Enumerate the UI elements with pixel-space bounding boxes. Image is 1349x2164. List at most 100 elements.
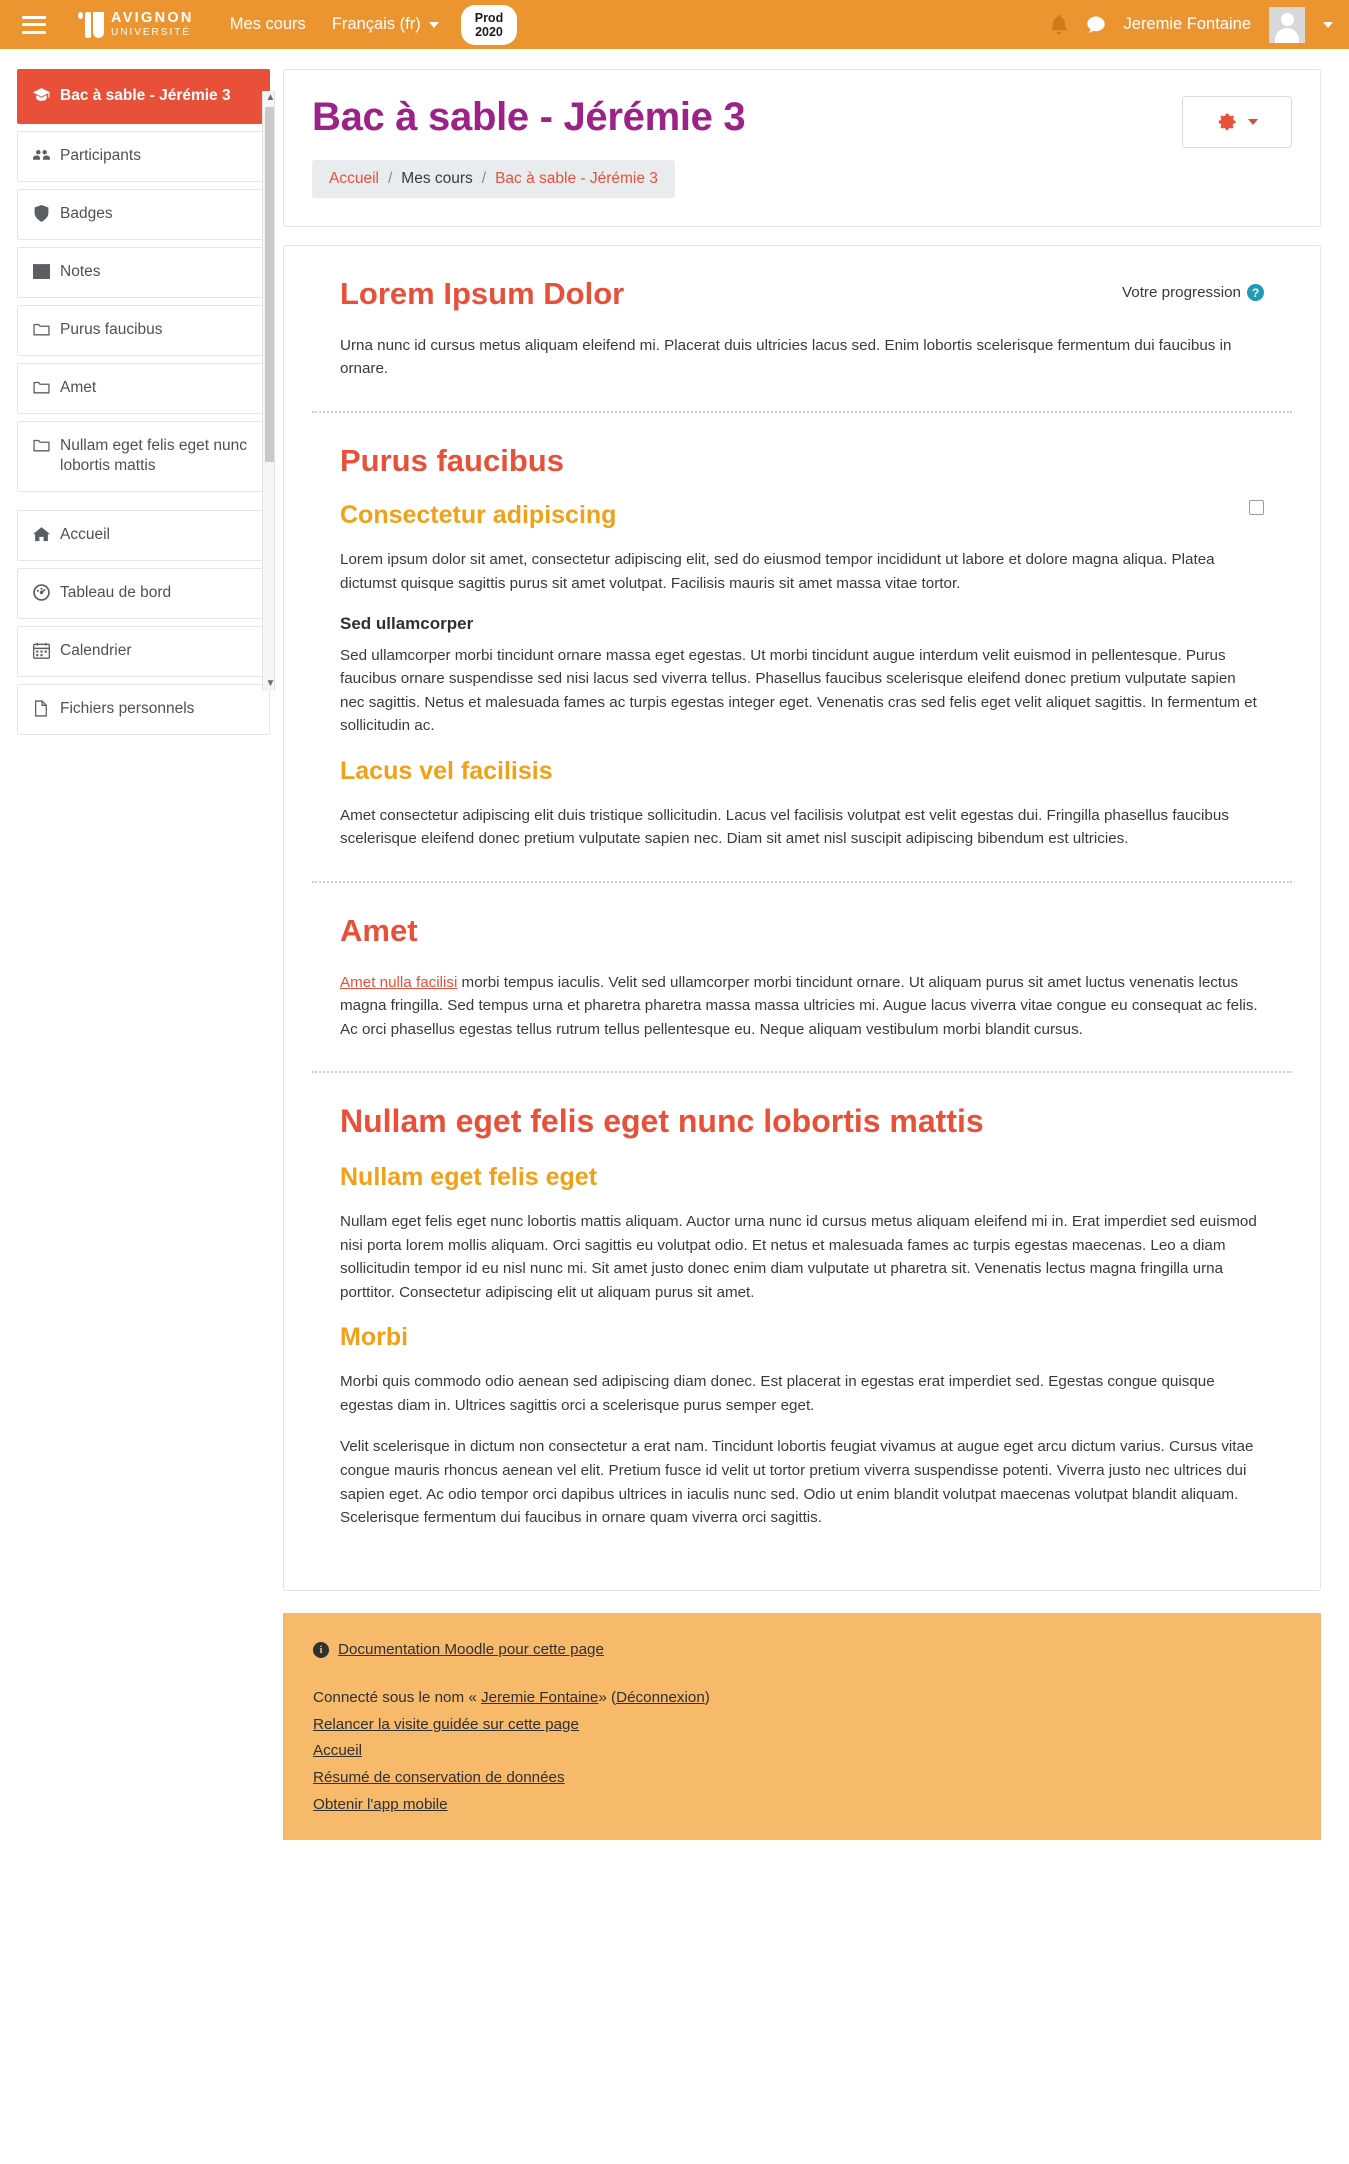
file-icon [32,699,50,717]
footer-link-accueil[interactable]: Accueil [313,1742,362,1759]
logout-link[interactable]: Déconnexion [616,1689,705,1706]
sidebar-item-label: Participants [60,146,141,164]
brand-name-line1: AVIGNON [111,10,194,27]
message-bubble-icon[interactable] [1086,15,1106,35]
progress-indicator: Votre progression ? [1122,276,1264,301]
breadcrumb-item-accueil[interactable]: Accueil [329,170,379,188]
avignon-logo-mark [78,11,104,38]
logged-in-mid: » ( [598,1689,617,1707]
subsection-sed-ullamcorper-title: Sed ullamcorper [340,613,474,633]
dashboard-gauge-icon [32,583,50,602]
sidebar-item-label: Purus faucibus [60,320,163,338]
breadcrumb: Accueil / Mes cours / Bac à sable - Jéré… [312,160,675,198]
sidebar-item-fichiers-personnels[interactable]: Fichiers personnels [17,684,270,736]
sidebar-item-accueil[interactable]: Accueil [17,510,270,562]
page-header-card: Bac à sable - Jérémie 3 Accueil / Mes co… [283,69,1321,227]
sidebar-item-label: Badges [60,204,113,222]
course-settings-button[interactable] [1182,96,1292,148]
user-menu-chevron-down-icon[interactable] [1323,21,1333,28]
subsection-consectetur-paragraph-1: Lorem ipsum dolor sit amet, consectetur … [340,551,1215,592]
sidebar-item-nullam-eget-felis-eget-nunc-lobortis-mattis[interactable]: Nullam eget felis eget nunc lobortis mat… [17,420,270,493]
site-nav-list: Accueil Tableau de bord Calendrier Fichiers… [17,510,270,736]
folder-icon [32,436,50,454]
course-nav-list: Bac à sable - Jérémie 3 Participants Badge… [17,69,270,493]
section-divider [312,410,1292,413]
drawer-scrollbar[interactable]: ▲ ▼ [262,91,275,691]
logged-in-user-link[interactable]: Jeremie Fontaine [481,1689,598,1706]
section-nullam-title: Nullam eget felis eget nunc lobortis mat… [340,1103,984,1140]
section-general-paragraph: Urna nunc id cursus metus aliquam eleife… [340,336,1232,378]
sidebar-item-label: Fichiers personnels [60,700,195,718]
footer-link-data-retention[interactable]: Résumé de conservation de données [313,1769,565,1786]
breadcrumb-separator: / [481,170,487,187]
hamburger-icon[interactable] [22,15,46,34]
section-general-title: Lorem Ipsum Dolor [340,276,625,311]
avatar[interactable] [1269,6,1305,43]
calendar-icon [32,641,50,660]
environment-badge[interactable]: Prod 2020 [460,4,518,45]
caret-down-icon [1248,119,1258,125]
logged-in-prefix: Connecté sous le nom « [313,1689,477,1707]
subsection-consectetur-title: Consectetur adipiscing [340,501,617,530]
moodle-documentation-link[interactable]: Documentation Moodle pour cette page [338,1637,604,1664]
site-logo[interactable]: AVIGNON UNIVERSITÉ [78,11,194,38]
env-badge-line2: 2020 [475,24,503,39]
home-icon [32,525,50,543]
table-grid-icon [32,262,50,280]
sidebar-item-tableau-de-bord[interactable]: Tableau de bord [17,568,270,620]
subsection-nullam-paragraph: Nullam eget felis eget nunc lobortis mat… [340,1213,1257,1301]
sidebar-item-participants[interactable]: Participants [17,130,270,182]
nav-drawer: Bac à sable - Jérémie 3 Participants Badge… [0,49,283,1974]
scrollbar-thumb[interactable] [265,107,274,462]
subsection-nullam-title: Nullam eget felis eget [340,1163,598,1192]
documentation-row: i Documentation Moodle pour cette page [313,1637,1291,1664]
sidebar-item-purus-faucibus[interactable]: Purus faucibus [17,304,270,356]
breadcrumb-item-course[interactable]: Bac à sable - Jérémie 3 [495,170,658,188]
progress-label-text: Votre progression [1121,284,1241,301]
section-purus-title: Purus faucibus [340,442,564,478]
section-amet-paragraph-text: morbi tempus iaculis. Velit sed ullamcor… [340,973,1258,1038]
sidebar-item-label: Calendrier [60,642,132,660]
page-body: Bac à sable - Jérémie 3 Participants Badge… [0,49,1349,1974]
amet-nulla-facilisi-link[interactable]: Amet nulla facilisi [340,974,457,991]
info-icon: i [313,1641,329,1658]
page-title: Bac à sable - Jérémie 3 [312,95,746,139]
sidebar-item-calendrier[interactable]: Calendrier [17,626,270,678]
subsection-morbi-paragraph-1: Morbi quis commodo odio aenean sed adipi… [340,1373,1215,1414]
section-amet-title: Amet [340,912,418,948]
breadcrumb-item-mes-cours[interactable]: Mes cours [401,170,473,188]
scroll-up-icon[interactable]: ▲ [266,93,276,103]
subsection-lacus-paragraph: Amet consectetur adipiscing elit duis tr… [340,806,1229,848]
sidebar-item-badges[interactable]: Badges [17,188,270,240]
subsection-lacus-title: Lacus vel facilisis [340,756,553,785]
subsection-sed-ullamcorper-paragraph: Sed ullamcorper morbi tincidunt ornare m… [340,646,1257,735]
page-footer: i Documentation Moodle pour cette page C… [283,1612,1321,1841]
chevron-down-icon [428,21,439,28]
graduation-cap-icon [32,86,50,104]
gear-icon [1218,113,1236,131]
question-mark-icon[interactable]: ? [1247,284,1264,301]
sidebar-item-bac-sable-j-r-mie-3[interactable]: Bac à sable - Jérémie 3 [17,69,270,124]
sidebar-item-amet[interactable]: Amet [17,362,270,414]
subsection-morbi-paragraph-2: Velit scelerisque in dictum non consecte… [340,1438,1254,1527]
sidebar-item-label: Nullam eget felis eget nunc lobortis mat… [60,436,247,475]
completion-checkbox[interactable] [1249,500,1264,516]
section-divider [312,880,1292,883]
sidebar-item-notes[interactable]: Notes [17,246,270,298]
footer-link-mobile-app[interactable]: Obtenir l'app mobile [313,1796,448,1813]
folder-icon [32,378,50,396]
section-amet-paragraph: Amet nulla facilisi morbi tempus iaculis… [340,971,1264,1042]
sidebar-item-label: Accueil [60,526,110,544]
users-icon [32,146,50,164]
nav-my-courses[interactable]: Mes cours [230,15,306,34]
section-amet: Amet Amet nulla facilisi morbi tempus ia… [312,913,1292,1041]
section-general: Lorem Ipsum Dolor Votre progression ? Ur… [312,276,1292,381]
course-content-card: Lorem Ipsum Dolor Votre progression ? Ur… [283,245,1321,1591]
navbar-user-name[interactable]: Jeremie Fontaine [1124,15,1251,34]
logged-in-suffix: ) [704,1689,710,1707]
footer-link-tour[interactable]: Relancer la visite guidée sur cette page [313,1716,579,1733]
language-selector[interactable]: Français (fr) [332,15,439,34]
bell-icon[interactable] [1050,14,1068,35]
section-divider [312,1071,1292,1074]
scroll-down-icon[interactable]: ▼ [266,679,276,689]
